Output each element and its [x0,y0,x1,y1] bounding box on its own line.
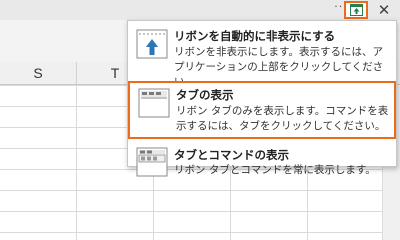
column-header-s[interactable]: S [0,62,77,84]
close-button[interactable]: ✕ [374,0,394,20]
menu-option-title: タブの表示 [176,88,234,102]
menu-option-title: リボンを自動的に非表示にする [174,29,336,43]
menu-option-show-tabs-and-commands[interactable]: タブとコマンドの表示 リボン タブとコマンドを常に表示します。 [128,143,396,177]
menu-option-show-tabs[interactable]: タブの表示 リボン タブのみを表示します。コマンドを表示するには、タブをクリック… [128,81,396,139]
menu-option-auto-hide-ribbon[interactable]: リボンを自動的に非表示にする リボンを非表示にします。表示するには、アプリケーシ… [128,23,396,88]
ribbon-display-options-menu: リボンを自動的に非表示にする リボンを非表示にします。表示するには、アプリケーシ… [127,20,397,177]
menu-option-title: タブとコマンドの表示 [174,148,289,162]
ribbon-display-options-button[interactable] [344,1,368,19]
show-tabs-icon [138,88,170,118]
show-tabs-and-commands-icon [136,147,168,177]
ribbon-display-options-icon [350,4,363,16]
menu-option-description: リボン タブのみを表示します。コマンドを表示するには、タブをクリックしてください… [176,105,389,132]
window: ··· ✕ S T リボンを自動的に非表示にする リボンを非表示にします。表示す… [0,0,400,240]
auto-hide-ribbon-icon [136,29,168,59]
menu-option-description: リボン タブとコマンドを常に表示します。 [174,164,376,176]
